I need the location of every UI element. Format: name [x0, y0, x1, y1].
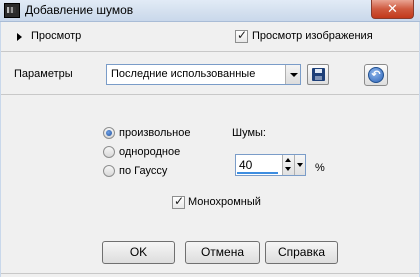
radio-gaussian-label[interactable]: по Гауссу: [119, 165, 167, 177]
noise-slider-bar[interactable]: [237, 172, 278, 174]
divider: [1, 273, 419, 274]
percent-label: %: [315, 162, 325, 174]
image-preview-checkbox[interactable]: ✓: [235, 28, 248, 43]
expand-arrow-icon[interactable]: [17, 33, 22, 41]
preview-toggle-label[interactable]: Просмотр: [31, 30, 81, 42]
radio-random-label[interactable]: произвольное: [119, 127, 190, 139]
cancel-button[interactable]: Отмена: [185, 241, 260, 264]
down-arrow-icon[interactable]: [285, 167, 291, 171]
reset-button[interactable]: ↶: [364, 64, 388, 86]
radio-random[interactable]: [103, 127, 115, 139]
monochrome-checkbox[interactable]: ✓: [172, 194, 185, 209]
preset-value: Последние использованные: [111, 68, 256, 80]
noise-value[interactable]: 40: [239, 158, 252, 172]
noise-label: Шумы:: [232, 127, 266, 139]
close-button[interactable]: ✕: [371, 0, 414, 19]
radio-gaussian[interactable]: [103, 165, 115, 177]
dialog-body: Просмотр ✓ Просмотр изображения Параметр…: [0, 22, 420, 277]
parameters-section: Параметры Последние использованные ↶: [1, 53, 419, 95]
image-preview-label[interactable]: Просмотр изображения: [252, 30, 373, 42]
title-bar[interactable]: Добавление шумов ✕: [0, 0, 420, 22]
help-button[interactable]: Справка: [265, 241, 338, 264]
radio-uniform-label[interactable]: однородное: [119, 146, 180, 158]
chevron-down-icon[interactable]: [294, 155, 305, 175]
add-noise-dialog: Добавление шумов ✕ Просмотр ✓ Просмотр и…: [0, 0, 420, 277]
ok-button[interactable]: OK: [102, 241, 175, 264]
checkmark-icon: ✓: [237, 28, 248, 42]
app-icon: [4, 3, 20, 18]
noise-stepper[interactable]: [282, 155, 294, 175]
chevron-down-icon[interactable]: [285, 65, 300, 84]
radio-uniform[interactable]: [103, 146, 115, 158]
checkmark-icon: ✓: [174, 194, 185, 208]
noise-spinner[interactable]: 40: [235, 154, 306, 176]
window-title: Добавление шумов: [25, 3, 134, 17]
preset-dropdown[interactable]: Последние использованные: [106, 64, 301, 85]
preview-section: Просмотр ✓ Просмотр изображения: [1, 22, 419, 52]
monochrome-label[interactable]: Монохромный: [188, 196, 261, 208]
up-arrow-icon[interactable]: [285, 158, 291, 162]
parameters-label: Параметры: [14, 68, 73, 80]
reset-icon: ↶: [368, 67, 384, 83]
save-disk-icon: [312, 68, 325, 81]
save-preset-button[interactable]: [307, 64, 329, 85]
